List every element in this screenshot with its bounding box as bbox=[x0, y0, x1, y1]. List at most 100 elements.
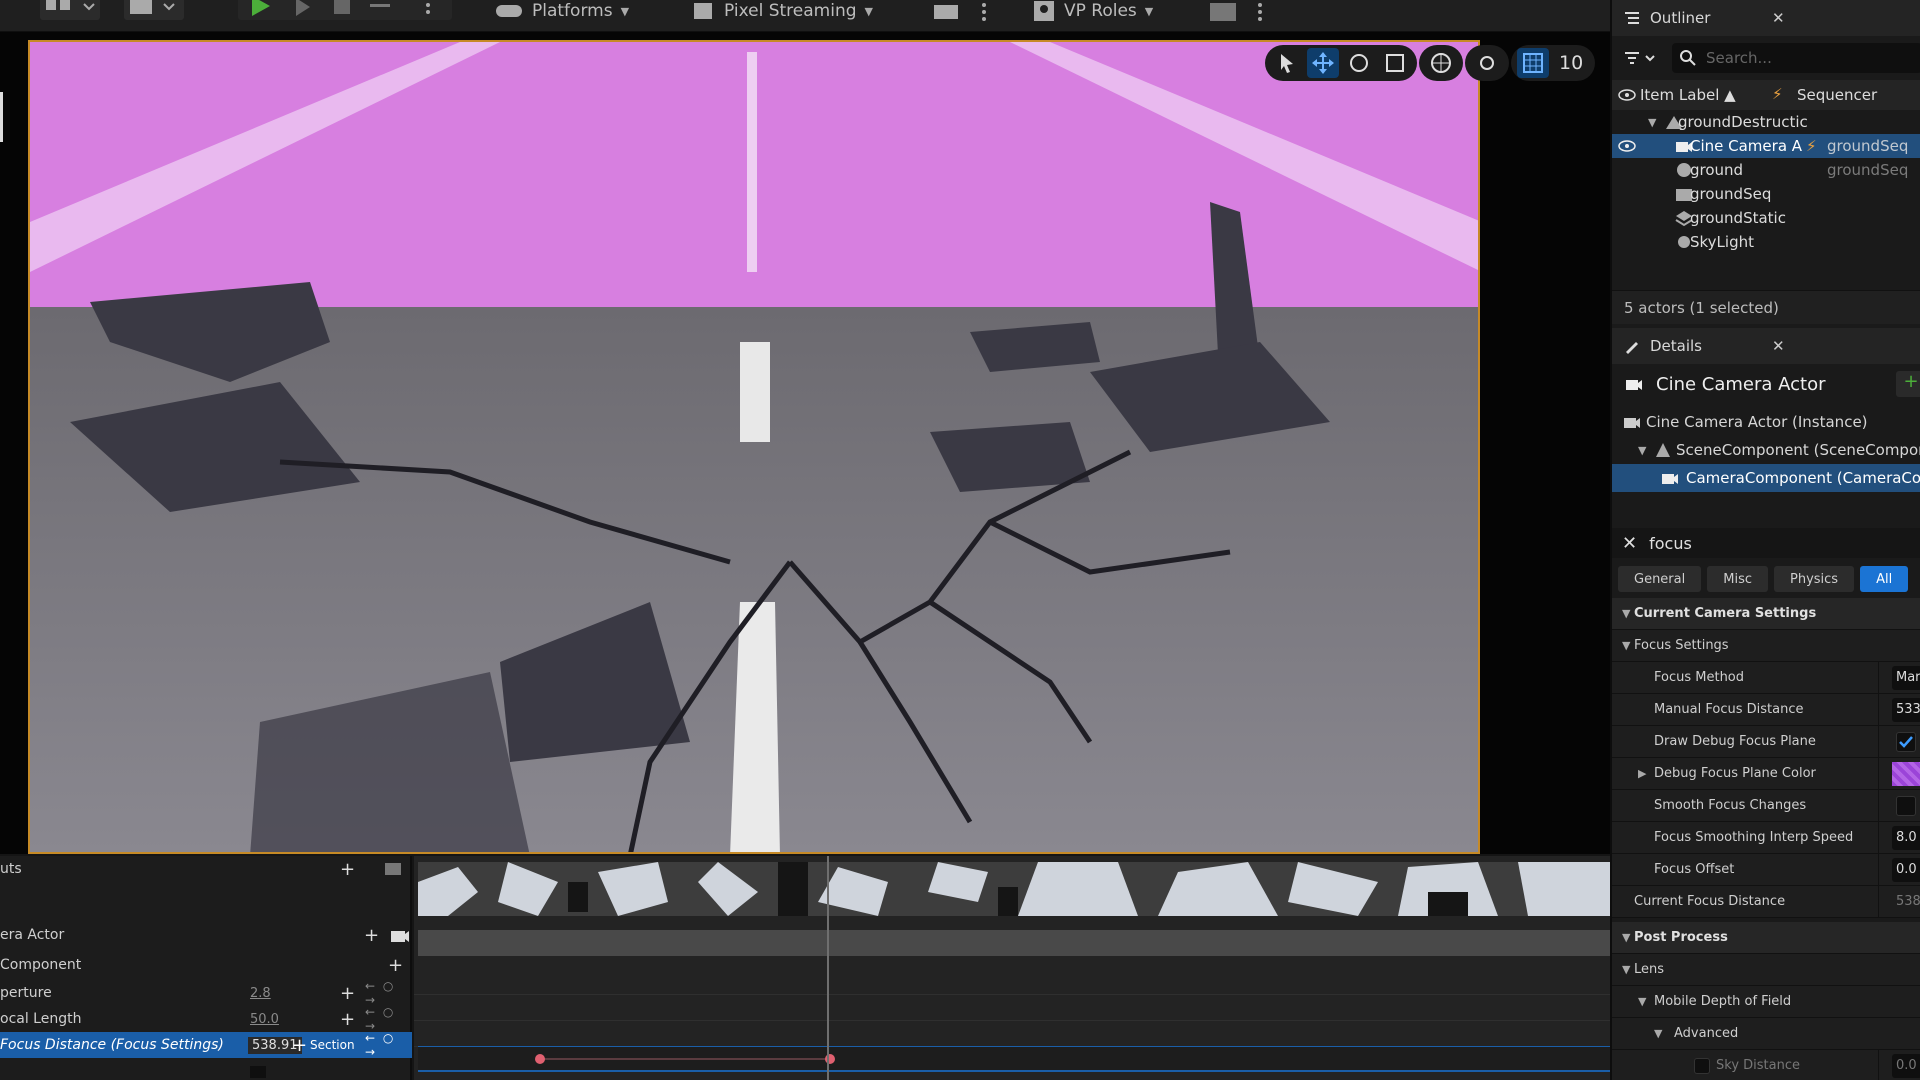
sequencer-row[interactable]: perture 2.8 + ← ○ → bbox=[0, 979, 412, 1007]
platforms-menu[interactable]: Platforms ▼ bbox=[494, 0, 629, 22]
rotate-tool-button[interactable] bbox=[1343, 48, 1375, 78]
chevron-down-icon: ▼ bbox=[1622, 963, 1631, 976]
surface-snap-button[interactable] bbox=[1471, 48, 1503, 78]
layout-button[interactable] bbox=[40, 0, 100, 20]
key-navigation[interactable]: ← ○ → bbox=[365, 1005, 412, 1033]
outliner-item-name: Cine Camera A bbox=[1690, 137, 1803, 155]
filter-icon[interactable] bbox=[1624, 50, 1658, 66]
outliner-tab[interactable]: Outliner ✕ bbox=[1612, 0, 1920, 36]
outliner-row[interactable]: ▼ groundDestructic bbox=[1612, 110, 1920, 134]
add-track-icon[interactable]: + bbox=[364, 925, 379, 946]
tab-misc[interactable]: Misc bbox=[1707, 566, 1768, 592]
smooth-focus-changes-checkbox[interactable] bbox=[1896, 795, 1916, 816]
outliner-row-selected[interactable]: Cine Camera A ⚡ groundSeq bbox=[1612, 134, 1920, 158]
add-track-icon[interactable]: + bbox=[388, 955, 403, 976]
camera-cut-icon[interactable] bbox=[384, 862, 404, 876]
chevron-down-icon[interactable]: ▼ bbox=[1648, 116, 1656, 129]
outliner-row[interactable]: groundStatic bbox=[1612, 206, 1920, 230]
level-viewport[interactable] bbox=[28, 40, 1480, 854]
sky-distance-field[interactable]: 0.0 bbox=[1892, 1053, 1920, 1078]
camera-actor-track-bar[interactable] bbox=[418, 930, 1610, 956]
add-key-icon[interactable]: + bbox=[340, 1009, 355, 1030]
vp-tools-button[interactable] bbox=[932, 0, 992, 22]
outliner-row[interactable]: groundSeq bbox=[1612, 182, 1920, 206]
grid-snap-button[interactable] bbox=[1517, 48, 1549, 78]
add-track-icon[interactable]: + bbox=[340, 859, 355, 880]
settings-button[interactable] bbox=[1208, 0, 1268, 22]
sky-distance-override-checkbox[interactable] bbox=[1694, 1057, 1710, 1074]
scale-tool-button[interactable] bbox=[1379, 48, 1411, 78]
chevron-right-icon[interactable]: ▶ bbox=[1638, 767, 1646, 780]
cinematics-button[interactable] bbox=[124, 0, 184, 20]
add-component-button[interactable]: + bbox=[1896, 371, 1920, 397]
sequencer-column[interactable]: Sequencer bbox=[1797, 86, 1877, 104]
select-tool-button[interactable] bbox=[1271, 48, 1303, 78]
focus-distance-track[interactable] bbox=[418, 1046, 1610, 1072]
property-row: Focus Smoothing Interp Speed 8.0 bbox=[1612, 822, 1920, 854]
grid-snap-value[interactable]: 10 bbox=[1553, 52, 1589, 74]
vp-roles-menu[interactable]: VP Roles ▼ bbox=[1032, 0, 1153, 22]
sequencer-timeline[interactable] bbox=[414, 856, 1610, 1080]
tab-all[interactable]: All bbox=[1860, 566, 1909, 592]
property-section[interactable]: ▼ Current Camera Settings bbox=[1612, 598, 1920, 630]
component-name: CameraComponent (CameraComp bbox=[1686, 469, 1920, 487]
sequencer-row[interactable]: era Actor + bbox=[0, 922, 412, 948]
playhead-line[interactable] bbox=[827, 856, 829, 1080]
track-value[interactable]: 50.0 bbox=[250, 1012, 279, 1027]
property-group[interactable]: ▼ Lens bbox=[1612, 954, 1920, 986]
sequencer-row[interactable]: Component + bbox=[0, 952, 412, 978]
actor-name: Cine Camera Actor bbox=[1656, 373, 1826, 395]
sequencer-row[interactable]: ocal Length 50.0 + ← ○ → bbox=[0, 1005, 412, 1033]
property-group[interactable]: ▼ Focus Settings bbox=[1612, 630, 1920, 662]
track-value[interactable]: 2.8 bbox=[250, 986, 271, 1001]
outliner-row[interactable]: SkyLight bbox=[1612, 230, 1920, 254]
property-label: Draw Debug Focus Plane bbox=[1654, 734, 1816, 749]
details-search-input[interactable]: focus bbox=[1649, 534, 1692, 553]
sequencer-row[interactable]: uts + bbox=[0, 856, 412, 882]
manual-focus-distance-field[interactable]: 533 bbox=[1892, 697, 1920, 722]
key-navigation[interactable]: ← ○ → bbox=[365, 979, 412, 1007]
tab-physics[interactable]: Physics bbox=[1773, 566, 1855, 592]
item-label-column[interactable]: Item Label ▲ bbox=[1640, 86, 1736, 104]
property-label: Focus Offset bbox=[1654, 862, 1735, 877]
close-icon[interactable]: ✕ bbox=[1772, 337, 1785, 355]
focus-offset-field[interactable]: 0.0 bbox=[1892, 857, 1920, 882]
track-checkbox[interactable] bbox=[250, 1066, 266, 1078]
world-space-button[interactable] bbox=[1425, 48, 1457, 78]
user-icon bbox=[1034, 1, 1054, 21]
draw-debug-focus-plane-checkbox[interactable] bbox=[1896, 731, 1916, 752]
outliner-search-input[interactable]: Search... bbox=[1672, 43, 1920, 73]
tab-general[interactable]: General bbox=[1618, 566, 1702, 592]
visibility-icon[interactable] bbox=[1618, 139, 1636, 153]
property-label: Advanced bbox=[1674, 1026, 1739, 1041]
close-icon[interactable]: ✕ bbox=[1772, 9, 1785, 27]
key-navigation[interactable]: ← ○ → bbox=[365, 1031, 412, 1059]
camera-icon[interactable] bbox=[390, 928, 410, 944]
focus-smoothing-speed-field[interactable]: 8.0 bbox=[1892, 825, 1920, 850]
translate-tool-button[interactable] bbox=[1307, 48, 1339, 78]
component-row[interactable]: ▼ SceneComponent (SceneComponen bbox=[1612, 436, 1920, 464]
property-group[interactable]: ▼ Advanced bbox=[1612, 1018, 1920, 1050]
keyframe[interactable] bbox=[535, 1054, 545, 1064]
focus-method-dropdown[interactable]: Mar bbox=[1892, 665, 1920, 690]
chevron-down-icon[interactable]: ▼ bbox=[1638, 444, 1646, 457]
track-label: perture bbox=[0, 985, 52, 1001]
clear-search-icon[interactable]: ✕ bbox=[1622, 533, 1637, 554]
pixel-streaming-menu[interactable]: Pixel Streaming ▼ bbox=[692, 0, 873, 22]
property-label: Mobile Depth of Field bbox=[1654, 994, 1792, 1009]
add-key-icon[interactable]: + bbox=[292, 1035, 307, 1056]
outliner-row[interactable]: ground groundSeq bbox=[1612, 158, 1920, 182]
component-row-selected[interactable]: CameraComponent (CameraComp bbox=[1612, 464, 1920, 492]
debug-focus-plane-color-swatch[interactable] bbox=[1892, 761, 1920, 786]
property-group[interactable]: ▼ Mobile Depth of Field bbox=[1612, 986, 1920, 1018]
visibility-icon[interactable] bbox=[1618, 88, 1636, 102]
details-tab[interactable]: Details ✕ bbox=[1612, 328, 1920, 364]
outliner-item-name: groundDestructic bbox=[1678, 113, 1808, 131]
add-key-icon[interactable]: + bbox=[340, 983, 355, 1004]
details-title: Details bbox=[1650, 337, 1703, 355]
search-icon bbox=[1680, 50, 1696, 66]
component-row[interactable]: Cine Camera Actor (Instance) bbox=[1612, 408, 1920, 436]
property-label: Current Camera Settings bbox=[1634, 606, 1817, 621]
property-section[interactable]: ▼ Post Process bbox=[1612, 922, 1920, 954]
sequencer-row-selected[interactable]: Focus Distance (Focus Settings) 538.91 S… bbox=[0, 1031, 412, 1059]
